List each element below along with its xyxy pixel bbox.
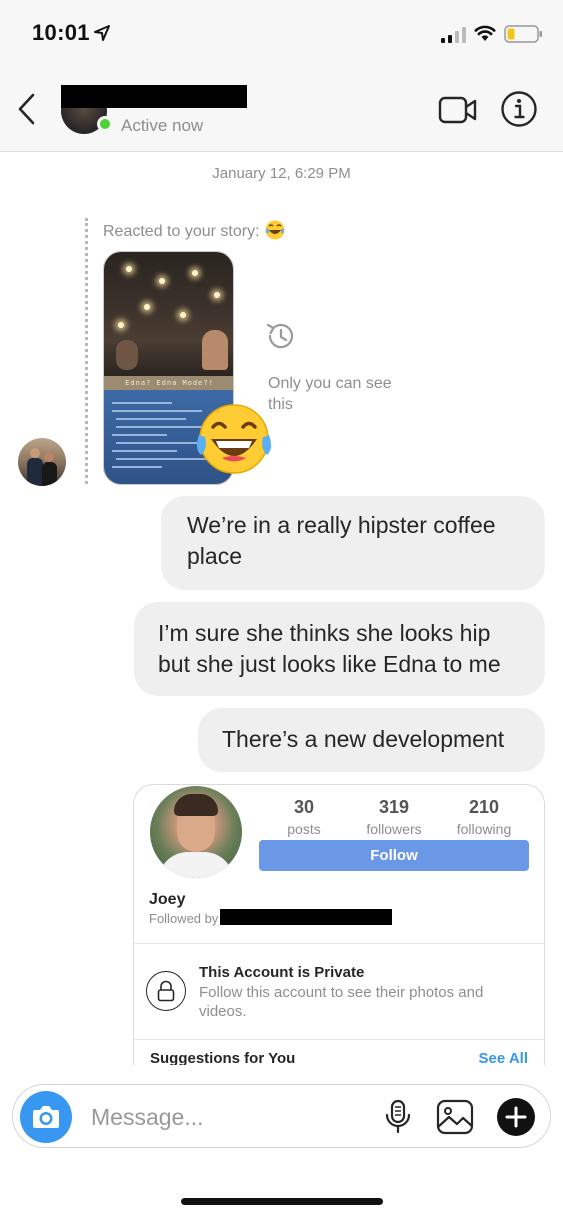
- story-caption: Edna? Edna Mode?!: [104, 376, 233, 390]
- card-divider: [134, 1039, 544, 1040]
- profile-photo[interactable]: [150, 786, 242, 878]
- message-bubble[interactable]: We’re in a really hipster coffee place: [161, 496, 545, 590]
- info-icon[interactable]: [500, 90, 538, 128]
- microphone-icon[interactable]: [383, 1099, 413, 1135]
- status-bar: 10:01: [0, 0, 563, 70]
- profile-name[interactable]: Joey: [149, 891, 185, 909]
- lock-icon: [146, 971, 186, 1011]
- back-chevron-icon[interactable]: [14, 92, 42, 126]
- home-indicator[interactable]: [181, 1198, 383, 1205]
- privacy-note: Only you can see this: [268, 375, 392, 413]
- followers-count: 319: [378, 797, 410, 817]
- sender-avatar[interactable]: [18, 438, 66, 486]
- date-stamp: January 12, 6:29 PM: [212, 165, 351, 182]
- followed-by-redacted: [220, 909, 392, 925]
- video-camera-icon[interactable]: [438, 94, 478, 126]
- online-indicator: [97, 116, 113, 132]
- gallery-icon[interactable]: [436, 1099, 474, 1135]
- posts-count: 30: [293, 797, 315, 817]
- message-bubble[interactable]: I’m sure she thinks she looks hip but sh…: [134, 602, 545, 696]
- contact-name-redacted[interactable]: [61, 85, 247, 108]
- story-reaction-label-text: Reacted to your story:: [103, 223, 260, 240]
- stat-following[interactable]: 210 following: [439, 797, 529, 837]
- battery-icon: [504, 25, 542, 43]
- wifi-icon: [474, 25, 496, 41]
- following-label: following: [456, 821, 512, 837]
- stat-followers[interactable]: 319 followers: [349, 797, 439, 837]
- contact-status: Active now: [121, 116, 204, 135]
- camera-icon[interactable]: [20, 1091, 72, 1143]
- posts-label: posts: [287, 821, 321, 837]
- status-time: 10:01: [32, 20, 90, 45]
- stat-posts[interactable]: 30 posts: [259, 797, 349, 837]
- suggestions-heading: Suggestions for You: [150, 1050, 296, 1065]
- private-account-description: Follow this account to see their photos …: [199, 984, 484, 1020]
- private-account-title: This Account is Private: [199, 964, 365, 981]
- shared-profile-card[interactable]: 30 posts 319 followers 210 following Fol…: [133, 784, 545, 1065]
- laughing-emoji-icon: [265, 220, 285, 240]
- message-input[interactable]: [91, 1103, 371, 1131]
- followers-label: followers: [366, 821, 422, 837]
- story-photo: [104, 252, 233, 377]
- see-all-link[interactable]: See All: [479, 1050, 528, 1065]
- follow-button[interactable]: Follow: [259, 840, 529, 871]
- location-arrow-icon: [94, 25, 110, 41]
- chat-header: Active now: [0, 70, 563, 152]
- story-reaction-label: Reacted to your story:: [103, 220, 285, 241]
- followed-by-label: Followed by: [149, 911, 219, 926]
- plus-icon[interactable]: [497, 1098, 535, 1136]
- reaction-emoji: [196, 404, 272, 474]
- history-icon: [266, 323, 294, 349]
- message-bubble[interactable]: There’s a new development: [198, 708, 545, 772]
- message-composer: [12, 1084, 551, 1148]
- card-divider: [134, 943, 544, 944]
- reply-thread-line: [85, 218, 88, 484]
- following-count: 210: [468, 797, 500, 817]
- signal-icon: [441, 27, 466, 43]
